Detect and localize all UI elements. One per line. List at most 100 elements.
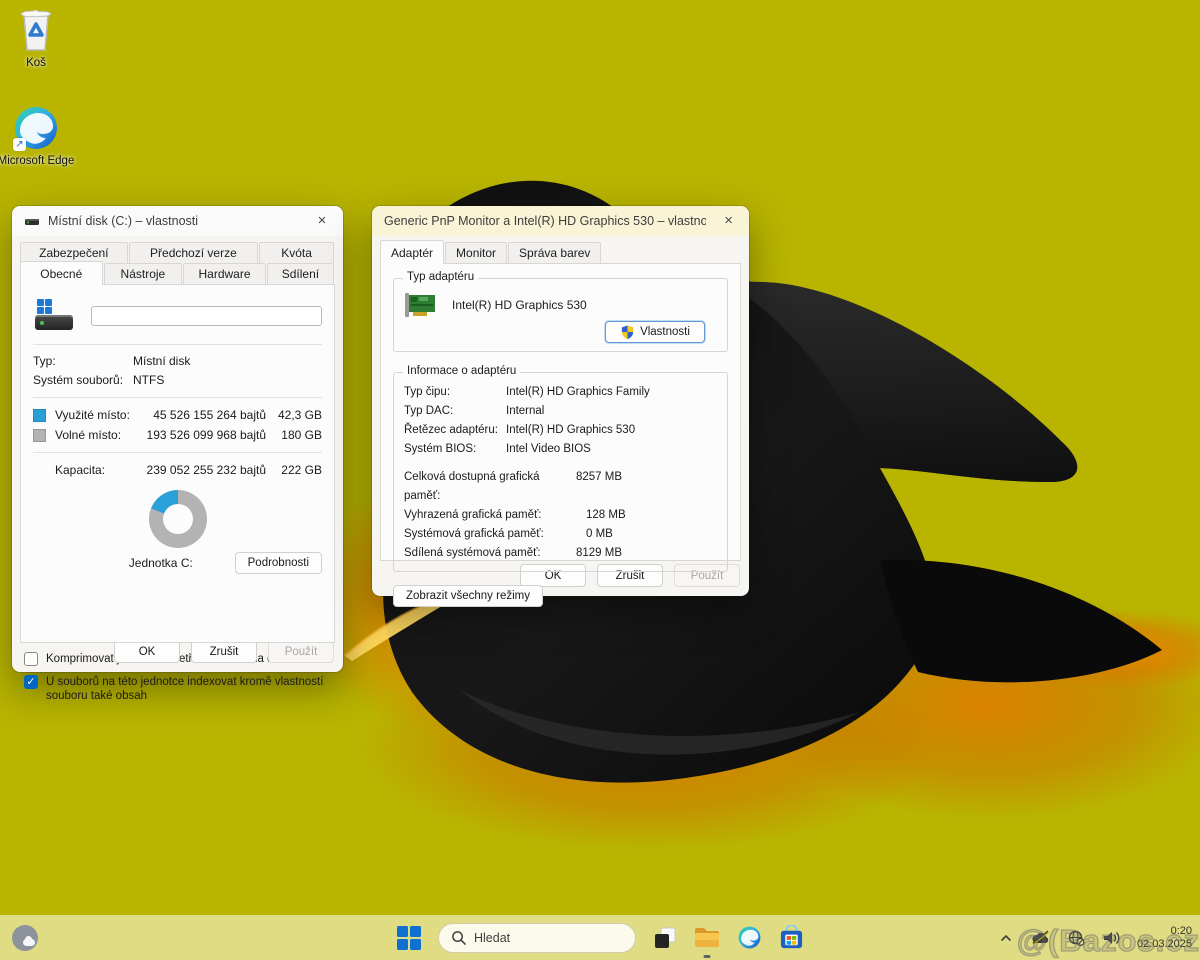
adapter-type-group: Typ adaptéru Intel(R) HD Graphics 530 <box>393 278 728 352</box>
index-checkbox[interactable]: U souborů na této jednotce indexovat kro… <box>24 675 331 703</box>
running-indicator <box>704 955 711 958</box>
used-label: Využité místo: <box>55 405 134 425</box>
tab-zabezpeceni[interactable]: Zabezpečení <box>20 242 128 263</box>
field-row-type: Typ: Místní disk <box>33 352 322 371</box>
tab-nastroje[interactable]: Nástroje <box>104 263 183 285</box>
free-space-row: Volné místo: 193 526 099 968 bajtů 180 G… <box>33 425 322 445</box>
button-label: Vlastnosti <box>640 326 690 338</box>
search-placeholder: Hledat <box>474 931 510 945</box>
info-value: Intel Video BIOS <box>506 440 591 459</box>
divider <box>33 344 322 345</box>
taskbar-search[interactable]: Hledat <box>438 923 636 953</box>
gpu-adapter-tab-page: Typ adaptéru Intel(R) HD Graphics 530 <box>380 263 741 561</box>
capacity-bytes: 239 052 255 232 bajtů <box>134 460 266 480</box>
file-explorer-button[interactable] <box>694 925 720 951</box>
info-label: Systém BIOS: <box>404 440 506 459</box>
details-button[interactable]: Podrobnosti <box>235 552 322 574</box>
windows-logo-icon <box>37 299 52 314</box>
tab-obecne[interactable]: Obecné <box>20 261 103 285</box>
task-view-button[interactable] <box>652 925 678 951</box>
desktop-icon-label: Microsoft Edge <box>0 155 76 168</box>
disk-tabstrip: Zabezpečení Předchozí verze Kvóta Obecné… <box>12 236 343 285</box>
close-icon[interactable]: × <box>307 209 337 233</box>
used-size: 42,3 GB <box>266 405 322 425</box>
file-explorer-icon <box>694 926 720 950</box>
drive-caption: Jednotka C: <box>33 556 235 570</box>
drive-windows-icon <box>33 297 77 335</box>
drive-icon <box>24 213 40 229</box>
info-value: Intel(R) HD Graphics 530 <box>506 421 635 440</box>
checkbox-box[interactable] <box>24 675 38 689</box>
adapter-info-group: Informace o adaptéru Typ čipu:Intel(R) H… <box>393 372 728 572</box>
memory-label: Sdílená systémová paměť: <box>404 544 576 563</box>
onedrive-tray-button[interactable] <box>1028 925 1054 951</box>
speaker-icon <box>1102 930 1120 946</box>
widgets-weather-button[interactable] <box>12 925 38 951</box>
search-icon <box>451 930 466 945</box>
info-value: Intel(R) HD Graphics Family <box>506 383 650 402</box>
checkbox-box[interactable] <box>24 652 38 666</box>
memory-label: Vyhrazená grafická paměť: <box>404 506 576 525</box>
memory-value: 8129 MB <box>576 544 622 563</box>
show-all-modes-button[interactable]: Zobrazit všechny režimy <box>393 585 543 607</box>
used-legend-swatch <box>33 409 46 422</box>
edge-icon: ↗ <box>12 104 60 152</box>
volume-tray-button[interactable] <box>1098 925 1124 951</box>
tab-sprava-barev[interactable]: Správa barev <box>508 242 601 264</box>
edge-taskbar-button[interactable] <box>736 925 762 951</box>
memory-value: 128 MB <box>576 506 626 525</box>
chevron-up-icon <box>999 931 1013 945</box>
apply-button[interactable]: Použít <box>268 640 334 663</box>
shortcut-arrow-icon: ↗ <box>13 138 26 151</box>
microsoft-store-icon <box>779 925 804 950</box>
capacity-row: Kapacita: 239 052 255 232 bajtů 222 GB <box>33 460 322 480</box>
close-icon[interactable]: × <box>714 209 743 233</box>
clock-date: 02.03.2025 <box>1137 938 1192 951</box>
info-label: Řetězec adaptéru: <box>404 421 506 440</box>
info-label: Typ DAC: <box>404 402 506 421</box>
window-title: Generic PnP Monitor a Intel(R) HD Graphi… <box>384 214 706 228</box>
divider <box>33 397 322 398</box>
window-title: Místní disk (C:) – vlastnosti <box>48 214 198 228</box>
free-label: Volné místo: <box>55 425 134 445</box>
disk-window-titlebar[interactable]: Místní disk (C:) – vlastnosti × <box>12 206 343 236</box>
free-legend-swatch <box>33 429 46 442</box>
globe-no-internet-icon <box>1067 929 1085 947</box>
volume-label-input[interactable] <box>91 306 322 326</box>
tab-hardware[interactable]: Hardware <box>183 263 266 285</box>
network-tray-button[interactable] <box>1063 925 1089 951</box>
store-button[interactable] <box>778 925 804 951</box>
desktop-icon-recycle-bin[interactable]: Koš <box>0 6 76 70</box>
capacity-label: Kapacita: <box>55 460 134 480</box>
divider <box>33 452 322 453</box>
cancel-button[interactable]: Zrušit <box>191 640 257 663</box>
desktop-icon-edge[interactable]: ↗ Microsoft Edge <box>0 104 76 168</box>
gpu-window-titlebar[interactable]: Generic PnP Monitor a Intel(R) HD Graphi… <box>372 206 749 236</box>
taskbar-clock[interactable]: 0:20 02.03.2025 <box>1133 925 1192 951</box>
field-value: NTFS <box>133 371 164 390</box>
adapter-properties-button[interactable]: Vlastnosti <box>605 321 705 343</box>
tab-sdileni[interactable]: Sdílení <box>267 263 334 285</box>
field-value: Místní disk <box>133 352 190 371</box>
memory-label: Systémová grafická paměť: <box>404 525 576 544</box>
hidden-icons-button[interactable] <box>993 925 1019 951</box>
capacity-size: 222 GB <box>266 460 322 480</box>
disk-general-tab-page: Typ: Místní disk Systém souborů: NTFS Vy… <box>20 284 335 643</box>
tab-adapter[interactable]: Adaptér <box>380 240 444 264</box>
capacity-donut <box>149 490 207 548</box>
gpu-properties-window: Generic PnP Monitor a Intel(R) HD Graphi… <box>372 206 749 596</box>
tab-predchozi-verze[interactable]: Předchozí verze <box>129 242 259 263</box>
tab-monitor[interactable]: Monitor <box>445 242 507 264</box>
ok-button[interactable]: OK <box>114 640 180 663</box>
field-row-filesystem: Systém souborů: NTFS <box>33 371 322 390</box>
field-label: Typ: <box>33 352 133 371</box>
disk-properties-window: Místní disk (C:) – vlastnosti × Zabezpeč… <box>12 206 343 672</box>
desktop-icon-label: Koš <box>0 57 76 70</box>
free-bytes: 193 526 099 968 bajtů <box>134 425 266 445</box>
start-button[interactable] <box>396 925 422 951</box>
checkbox-label: U souborů na této jednotce indexovat kro… <box>46 675 331 703</box>
used-bytes: 45 526 155 264 bajtů <box>134 405 266 425</box>
group-title: Typ adaptéru <box>403 271 478 283</box>
group-title: Informace o adaptéru <box>403 365 520 377</box>
tab-kvota[interactable]: Kvóta <box>259 242 334 263</box>
